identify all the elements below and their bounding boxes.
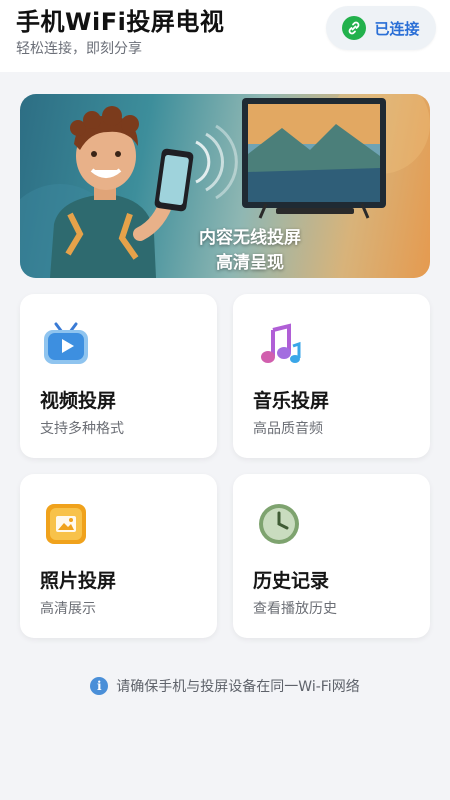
page-subtitle: 轻松连接，即刻分享 [16,41,142,57]
photo-cast-card[interactable]: 照片投屏 高清展示 [20,474,217,638]
tv-play-icon [40,318,92,370]
history-title: 历史记录 [253,570,330,592]
network-tip-text: 请确保手机与投屏设备在同一Wi-Fi网络 [116,679,360,695]
music-note-icon [253,318,305,370]
banner-caption-line2: 高清呈现 [216,253,284,273]
photo-cast-subtitle: 高清展示 [40,601,96,617]
link-icon [342,16,367,40]
photo-icon [40,498,92,550]
page-title: 手机WiFi投屏电视 [16,8,225,36]
network-tip: i 请确保手机与投屏设备在同一Wi-Fi网络 [0,676,450,696]
photo-cast-title: 照片投屏 [40,570,117,592]
hero-banner[interactable]: 内容无线投屏 高清呈现 [20,94,430,278]
history-subtitle: 查看播放历史 [253,601,337,617]
banner-caption: 内容无线投屏 高清呈现 [150,226,350,276]
connection-status-button[interactable]: 已连接 [326,6,436,50]
video-cast-title: 视频投屏 [40,390,117,412]
video-cast-card[interactable]: 视频投屏 支持多种格式 [20,294,217,458]
app-header: 手机WiFi投屏电视 轻松连接，即刻分享 已连接 [0,0,450,72]
video-cast-subtitle: 支持多种格式 [40,421,124,437]
clock-icon [253,498,305,550]
connection-status-label: 已连接 [374,19,420,38]
music-cast-subtitle: 高品质音频 [253,421,323,437]
history-card[interactable]: 历史记录 查看播放历史 [233,474,430,638]
banner-caption-line1: 内容无线投屏 [199,228,301,248]
music-cast-card[interactable]: 音乐投屏 高品质音频 [233,294,430,458]
tv-illustration [242,98,386,219]
music-cast-title: 音乐投屏 [253,390,330,412]
info-icon: i [90,677,109,695]
